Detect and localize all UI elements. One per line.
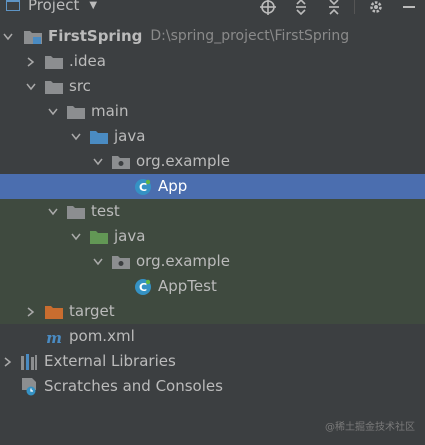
- package-icon: [112, 254, 130, 270]
- project-title: Project: [28, 0, 80, 14]
- main-label: main: [91, 102, 129, 120]
- root-path: D:\spring_project\FirstSpring: [150, 28, 350, 44]
- package-icon: [112, 154, 130, 170]
- tree-node-apptest[interactable]: C AppTest: [0, 274, 425, 299]
- source-folder-icon: [90, 129, 108, 145]
- main-package-label: org.example: [136, 152, 230, 170]
- chevron-right-icon[interactable]: [23, 49, 39, 74]
- tree-node-test-package[interactable]: org.example: [0, 249, 425, 274]
- folder-icon: [45, 54, 63, 70]
- expand-all-icon[interactable]: [284, 0, 317, 16]
- tree-node-test-java[interactable]: java: [0, 224, 425, 249]
- toolbar-divider: [354, 0, 355, 14]
- test-java-label: java: [114, 227, 146, 245]
- scratches-label: Scratches and Consoles: [44, 377, 223, 395]
- chevron-down-icon[interactable]: [68, 224, 84, 249]
- project-view-dropdown[interactable]: Project ▼: [6, 0, 97, 14]
- chevron-down-icon[interactable]: [23, 74, 39, 99]
- project-icon: [6, 0, 20, 11]
- apptest-label: AppTest: [158, 277, 217, 295]
- chevron-down-icon[interactable]: [45, 199, 61, 224]
- folder-icon: [67, 104, 85, 120]
- tree-node-main[interactable]: main: [0, 99, 425, 124]
- chevron-down-icon[interactable]: [68, 124, 84, 149]
- library-icon: [20, 353, 38, 370]
- svg-text:C: C: [139, 281, 147, 294]
- scratches-icon: [20, 377, 38, 395]
- hide-icon[interactable]: [392, 0, 425, 16]
- idea-label: .idea: [69, 52, 106, 70]
- folder-icon: [45, 79, 63, 95]
- tree-node-main-package[interactable]: org.example: [0, 149, 425, 174]
- svg-text:C: C: [139, 181, 147, 194]
- chevron-down-icon[interactable]: [90, 249, 106, 274]
- collapse-all-icon[interactable]: [317, 0, 350, 16]
- src-label: src: [69, 77, 91, 95]
- target-label: target: [69, 302, 115, 320]
- java-class-icon: C: [134, 178, 152, 195]
- tree-node-firstspring[interactable]: FirstSpring D:\spring_project\FirstSprin…: [0, 24, 425, 49]
- chevron-right-icon[interactable]: [0, 349, 16, 374]
- tree-node-app[interactable]: C App: [0, 174, 425, 199]
- main-java-label: java: [114, 127, 146, 145]
- tree-node-target[interactable]: target: [0, 299, 425, 324]
- test-package-label: org.example: [136, 252, 230, 270]
- chevron-down-icon[interactable]: [0, 24, 16, 49]
- tree-node-idea[interactable]: .idea: [0, 49, 425, 74]
- project-toolwindow-header: Project ▼: [0, 0, 425, 18]
- pom-label: pom.xml: [69, 327, 135, 345]
- chevron-down-icon: ▼: [89, 0, 98, 11]
- tree-node-src[interactable]: src: [0, 74, 425, 99]
- app-label: App: [158, 177, 188, 195]
- folder-icon: [67, 204, 85, 220]
- excluded-folder-icon: [45, 304, 63, 320]
- test-label: test: [91, 202, 120, 220]
- external-libraries-label: External Libraries: [44, 352, 176, 370]
- watermark: @稀土掘金技术社区: [325, 422, 415, 433]
- settings-icon[interactable]: [359, 0, 392, 16]
- module-folder-icon: [24, 29, 42, 45]
- tree-node-external-libraries[interactable]: External Libraries: [0, 349, 425, 374]
- tree-node-scratches[interactable]: Scratches and Consoles: [0, 374, 425, 399]
- root-label: FirstSpring: [48, 27, 143, 45]
- tree-node-main-java[interactable]: java: [0, 124, 425, 149]
- maven-icon: m: [45, 329, 63, 345]
- test-source-folder-icon: [90, 229, 108, 245]
- tree-node-test[interactable]: test: [0, 199, 425, 224]
- chevron-right-icon[interactable]: [23, 299, 39, 324]
- chevron-down-icon[interactable]: [90, 149, 106, 174]
- locate-icon[interactable]: [251, 0, 284, 16]
- chevron-down-icon[interactable]: [45, 99, 61, 124]
- java-class-icon: C: [134, 278, 152, 295]
- svg-text:m: m: [46, 329, 62, 345]
- tree-node-pom[interactable]: m pom.xml: [0, 324, 425, 349]
